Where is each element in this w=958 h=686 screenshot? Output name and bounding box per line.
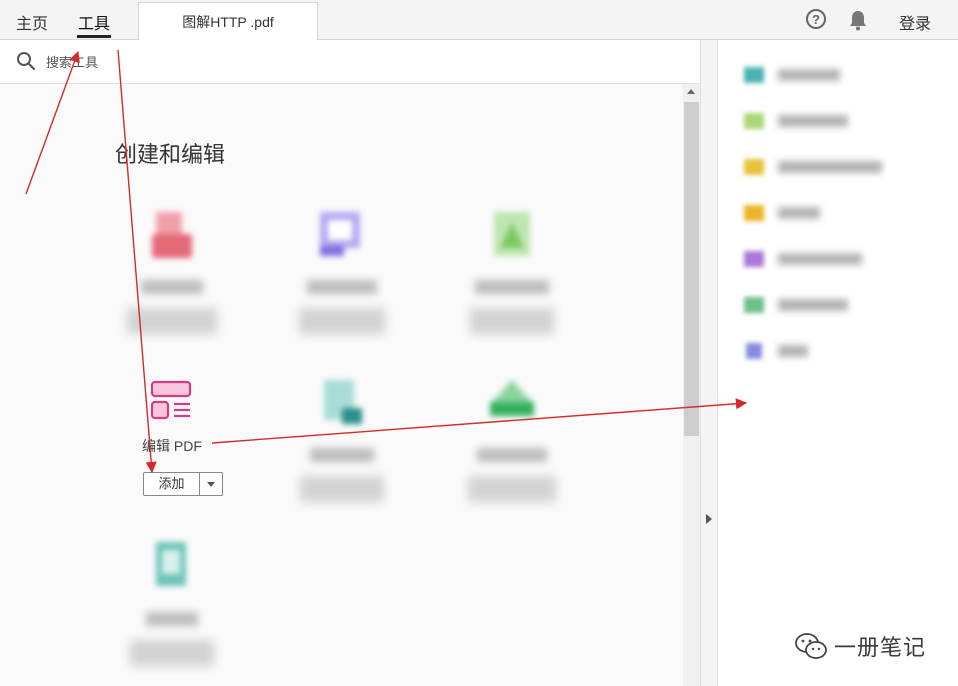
search-bar (0, 40, 700, 84)
top-bar: 主页 工具 图解HTTP .pdf ? 登录 (0, 0, 958, 40)
item-label-redacted (778, 161, 882, 173)
yellow-blurred-icon (744, 205, 764, 221)
tool-button-redacted[interactable] (299, 308, 385, 334)
panel-divider (700, 40, 718, 686)
watermark: 一册笔记 (794, 628, 926, 664)
help-glyph: ? (812, 11, 820, 27)
search-icon (17, 52, 36, 71)
item-label-redacted (778, 115, 848, 127)
green-blurred-icon (744, 113, 764, 129)
purple-blurred-icon (320, 212, 360, 256)
help-icon[interactable]: ? (806, 9, 826, 29)
expand-panel-arrow-icon[interactable] (706, 514, 712, 524)
chevron-down-icon[interactable] (200, 473, 222, 495)
tool-name-redacted (477, 448, 547, 462)
search-input[interactable] (46, 52, 346, 72)
add-button-label[interactable]: 添加 (144, 473, 200, 495)
tool-button-redacted[interactable] (300, 476, 384, 502)
tool-name-redacted (310, 448, 374, 462)
edit-pdf-icon (150, 380, 192, 420)
purple-blurred-icon (744, 251, 764, 267)
tool-name-redacted (307, 280, 377, 294)
tool-button-redacted[interactable] (130, 640, 214, 666)
item-label-redacted (778, 345, 808, 357)
tool-name-redacted (146, 612, 198, 626)
watermark-text: 一册笔记 (834, 635, 927, 660)
tab-tools[interactable]: 工具 (78, 10, 110, 34)
blue-blurred-icon (746, 343, 762, 359)
wechat-logo-icon (795, 633, 827, 659)
edit-pdf-label: 编辑 PDF (142, 438, 202, 454)
tab-document[interactable]: 图解HTTP .pdf (138, 2, 318, 40)
tools-panel: 创建和编辑 编辑 PDF 添加 (0, 84, 683, 686)
document-tab-label: 图解HTTP .pdf (182, 13, 274, 30)
section-title: 创建和编辑 (115, 142, 226, 167)
tab-home[interactable]: 主页 (16, 10, 48, 34)
teal-blurred-icon (156, 542, 186, 586)
teal-blurred-icon (324, 380, 362, 424)
green-blurred-icon (744, 297, 764, 313)
scroll-up-arrow-icon[interactable] (687, 89, 695, 94)
item-label-redacted (778, 69, 840, 81)
tool-name-redacted (475, 280, 549, 294)
scroll-thumb[interactable] (684, 102, 699, 436)
add-button[interactable]: 添加 (143, 472, 223, 496)
tool-name-redacted (141, 280, 203, 294)
tool-button-redacted[interactable] (470, 308, 554, 334)
item-label-redacted (778, 299, 848, 311)
tool-button-redacted[interactable] (468, 476, 556, 502)
item-label-redacted (778, 253, 862, 265)
active-tab-indicator (77, 35, 111, 38)
bell-icon[interactable] (848, 9, 868, 31)
teal-blurred-icon (744, 67, 764, 83)
tool-button-redacted[interactable] (127, 308, 217, 334)
login-button[interactable]: 登录 (899, 10, 931, 34)
green-blurred-icon (490, 380, 534, 416)
green-blurred-icon (494, 212, 530, 256)
right-panel (718, 40, 958, 686)
vertical-scrollbar[interactable] (683, 84, 700, 686)
item-label-redacted (778, 207, 820, 219)
yellow-blurred-icon (744, 159, 764, 175)
pink-blurred-icon (152, 212, 192, 258)
